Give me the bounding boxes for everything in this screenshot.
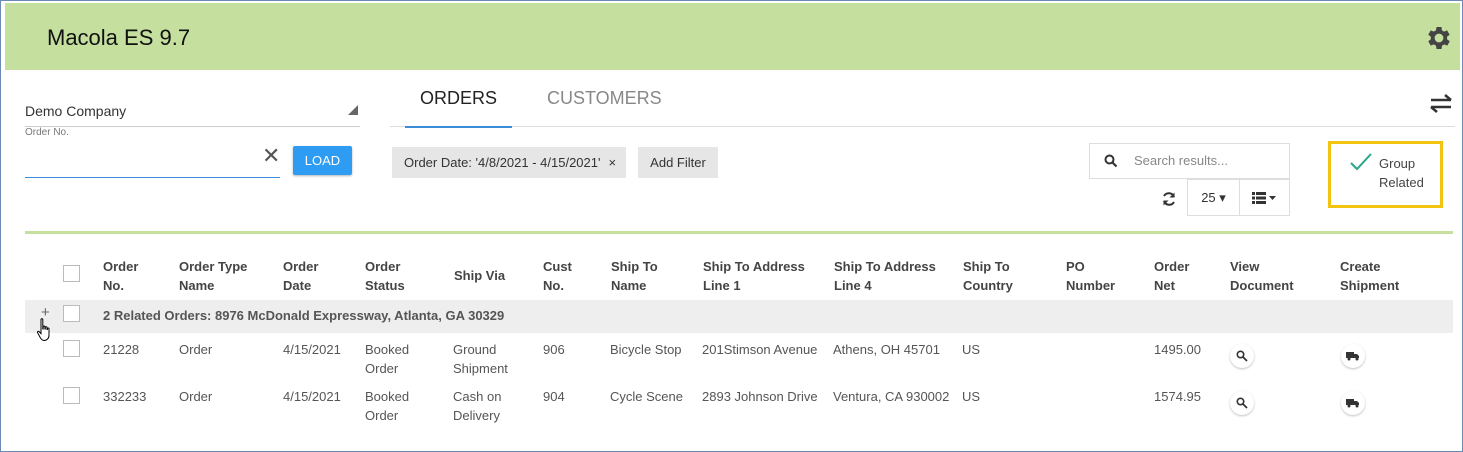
page-size-dropdown[interactable]: 25 ▾ bbox=[1188, 180, 1240, 215]
search-input[interactable] bbox=[1132, 152, 1286, 169]
search-icon bbox=[1236, 350, 1248, 362]
table-row[interactable]: 332233 Order 4/15/2021 Booked Order Cash … bbox=[25, 381, 1453, 428]
cell-order-status: Booked Order bbox=[365, 342, 410, 376]
check-icon bbox=[1350, 153, 1372, 171]
cell-ship-addr-4: Ventura, CA 930002 bbox=[833, 389, 950, 404]
remove-filter-icon[interactable]: × bbox=[608, 155, 616, 170]
cell-cust-no: 904 bbox=[543, 389, 565, 404]
col-po-number[interactable]: PO Number bbox=[1066, 257, 1115, 295]
divider bbox=[25, 231, 1453, 234]
col-order-net[interactable]: Order Net bbox=[1154, 257, 1189, 295]
app-title: Macola ES 9.7 bbox=[47, 25, 191, 50]
columns-dropdown[interactable] bbox=[1240, 180, 1289, 215]
col-ship-addr-4[interactable]: Ship To Address Line 4 bbox=[834, 257, 936, 295]
cell-cust-no: 906 bbox=[543, 342, 565, 357]
swap-icon[interactable] bbox=[1427, 92, 1455, 114]
cell-ship-addr-4: Athens, OH 45701 bbox=[833, 342, 940, 357]
order-no-input[interactable] bbox=[25, 146, 280, 178]
view-document-button[interactable] bbox=[1230, 391, 1254, 415]
order-no-label: Order No. bbox=[25, 127, 69, 138]
col-view-document[interactable]: View Document bbox=[1230, 257, 1294, 295]
cell-order-status: Booked Order bbox=[365, 389, 410, 423]
view-document-button[interactable] bbox=[1230, 344, 1254, 368]
col-ship-country[interactable]: Ship To Country bbox=[963, 257, 1013, 295]
col-order-type[interactable]: Order Type Name bbox=[179, 257, 247, 295]
search-icon bbox=[1236, 397, 1248, 409]
group-related-toggle[interactable]: Group Related bbox=[1328, 141, 1443, 208]
table-row[interactable]: 21228 Order 4/15/2021 Booked Order Ground… bbox=[25, 334, 1453, 381]
col-ship-via[interactable]: Ship Via bbox=[454, 266, 505, 285]
search-icon bbox=[1104, 154, 1118, 168]
hand-cursor-icon bbox=[36, 318, 50, 341]
clear-icon[interactable]: ✕ bbox=[262, 143, 280, 169]
cell-ship-via: Ground Shipment bbox=[453, 342, 508, 376]
page-size-value: 25 bbox=[1201, 190, 1216, 205]
create-shipment-button[interactable] bbox=[1341, 391, 1365, 415]
cell-ship-addr-1: 2893 Johnson Drive bbox=[702, 389, 818, 404]
add-filter-button[interactable]: Add Filter bbox=[638, 147, 718, 178]
group-row: + 2 Related Orders: 8976 McDonald Expres… bbox=[25, 300, 1453, 333]
col-order-status[interactable]: Order Status bbox=[365, 257, 405, 295]
cell-ship-country: US bbox=[962, 389, 981, 404]
cell-order-type: Order bbox=[179, 342, 213, 357]
cell-order-net: 1574.95 bbox=[1154, 389, 1201, 404]
filter-chip-label: Order Date: '4/8/2021 - 4/15/2021' bbox=[404, 155, 601, 170]
cell-order-net: 1495.00 bbox=[1154, 342, 1201, 357]
cell-ship-to-name: Bicycle Stop bbox=[610, 342, 682, 357]
col-create-shipment[interactable]: Create Shipment bbox=[1340, 257, 1399, 295]
col-order-date[interactable]: Order Date bbox=[283, 257, 318, 295]
table-header: Order No. Order Type Name Order Date Order S… bbox=[25, 257, 1453, 299]
tab-customers[interactable]: CUSTOMERS bbox=[547, 88, 662, 126]
filter-chip: Order Date: '4/8/2021 - 4/15/2021' × bbox=[392, 147, 627, 178]
view-controls: 25 ▾ bbox=[1187, 179, 1290, 216]
caret-down-icon: ▾ bbox=[1219, 190, 1226, 205]
truck-icon bbox=[1346, 399, 1359, 408]
row-checkbox[interactable] bbox=[63, 340, 80, 357]
cell-ship-to-name: Cycle Scene bbox=[610, 389, 683, 404]
group-checkbox[interactable] bbox=[63, 305, 80, 322]
group-label: 2 Related Orders: 8976 McDonald Expressw… bbox=[103, 308, 505, 323]
tab-bar: ORDERS CUSTOMERS bbox=[390, 80, 1455, 128]
load-button[interactable]: LOAD bbox=[293, 146, 352, 175]
cell-order-no: 332233 bbox=[103, 389, 147, 404]
cell-order-date: 4/15/2021 bbox=[283, 389, 341, 404]
cell-order-no: 21228 bbox=[103, 342, 140, 357]
cell-ship-addr-1: 201Stimson Avenue bbox=[702, 342, 818, 357]
dropdown-arrow-icon bbox=[348, 105, 358, 115]
gear-icon[interactable] bbox=[1424, 23, 1454, 53]
tab-orders[interactable]: ORDERS bbox=[405, 88, 513, 128]
col-ship-to-name[interactable]: Ship To Name bbox=[611, 257, 658, 295]
cell-order-date: 4/15/2021 bbox=[283, 342, 341, 357]
create-shipment-button[interactable] bbox=[1341, 344, 1365, 368]
select-all-checkbox[interactable] bbox=[63, 265, 80, 282]
col-order-no[interactable]: Order No. bbox=[103, 257, 138, 295]
list-icon bbox=[1252, 192, 1276, 204]
cell-ship-country: US bbox=[962, 342, 981, 357]
refresh-icon[interactable] bbox=[1160, 190, 1178, 208]
company-select[interactable]: Demo Company bbox=[25, 103, 360, 127]
group-related-label: Group Related bbox=[1379, 156, 1424, 190]
row-checkbox[interactable] bbox=[63, 387, 80, 404]
col-ship-addr-1[interactable]: Ship To Address Line 1 bbox=[703, 257, 805, 295]
app-header: Macola ES 9.7 bbox=[5, 3, 1460, 70]
company-value: Demo Company bbox=[25, 103, 127, 119]
search-box bbox=[1089, 143, 1290, 179]
col-cust-no[interactable]: Cust No. bbox=[543, 257, 572, 295]
cell-order-type: Order bbox=[179, 389, 213, 404]
cell-ship-via: Cash on Delivery bbox=[453, 389, 502, 423]
truck-icon bbox=[1346, 352, 1359, 361]
